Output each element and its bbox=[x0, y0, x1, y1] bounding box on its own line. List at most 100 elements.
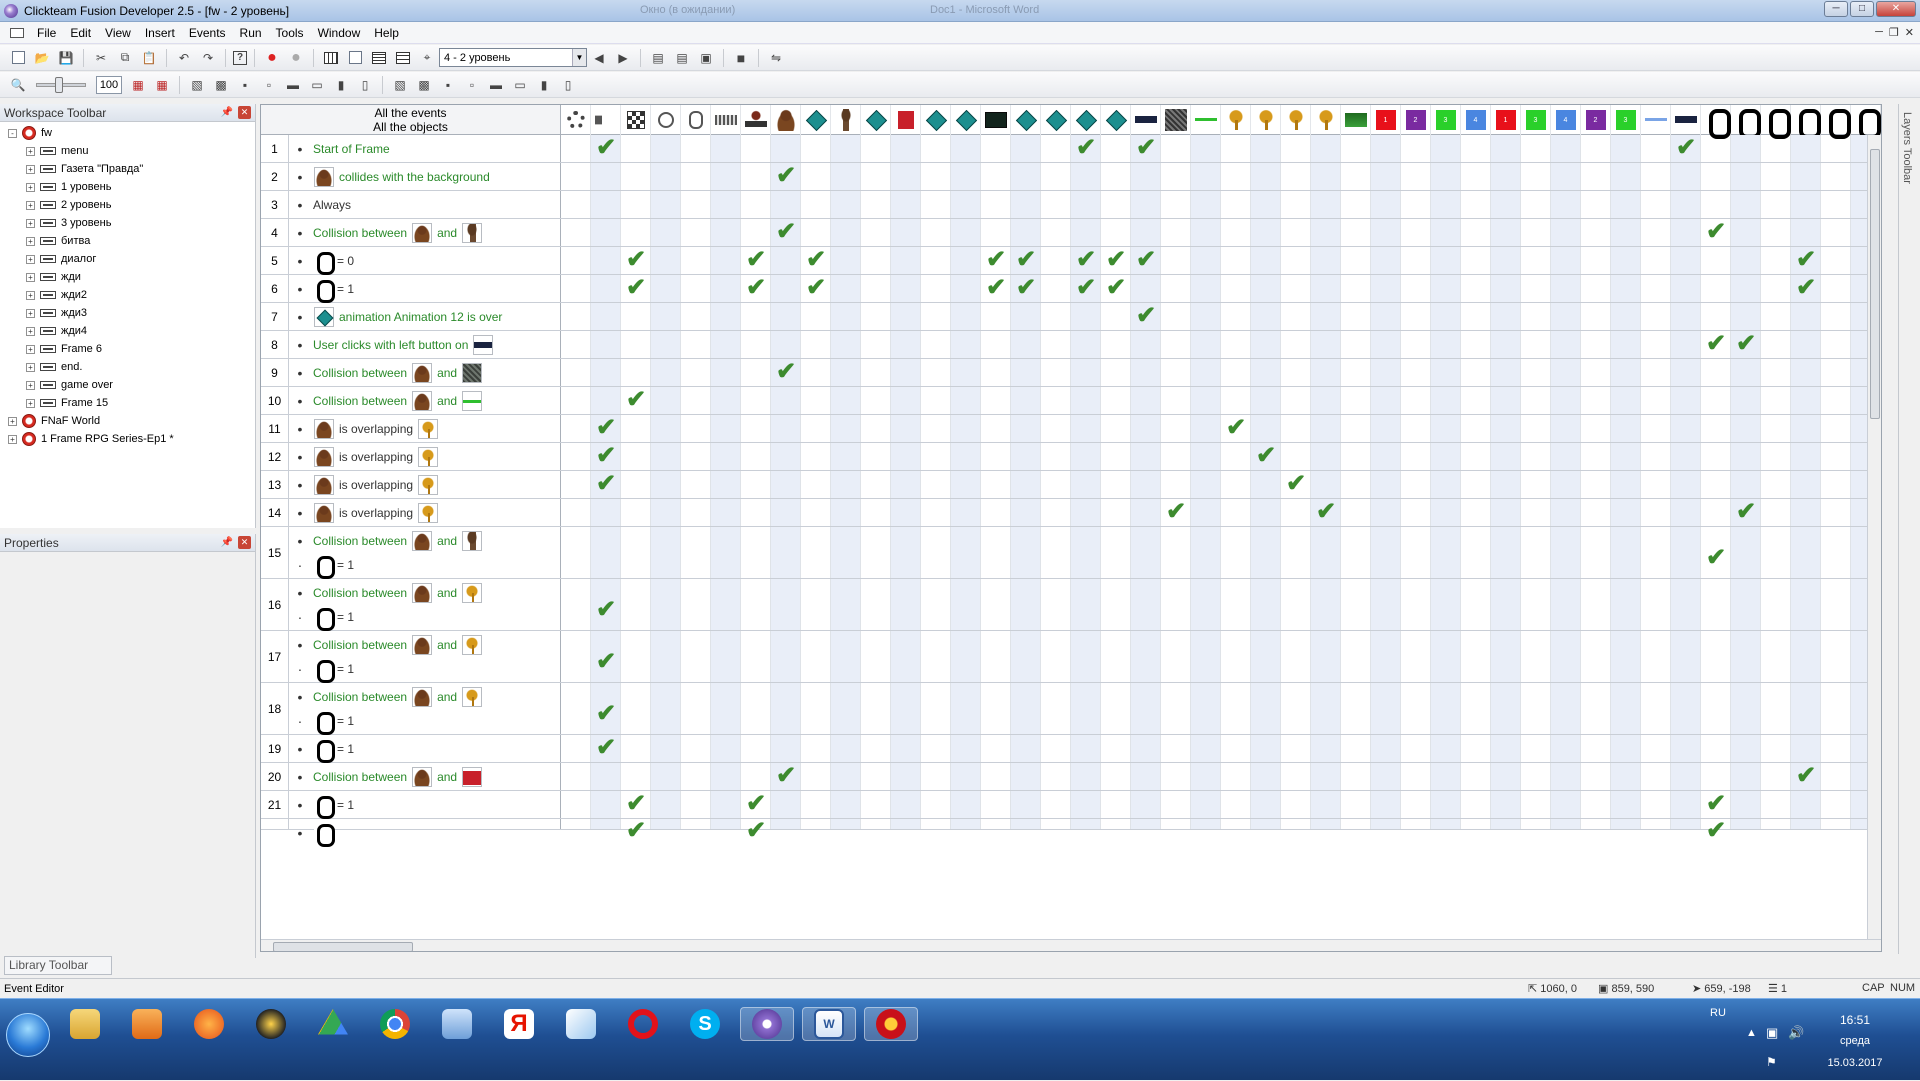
grid-cell[interactable] bbox=[891, 735, 921, 762]
grid-cell[interactable] bbox=[1701, 359, 1731, 386]
object-column-header[interactable]: 4 bbox=[1461, 105, 1491, 135]
bar-object-icon[interactable] bbox=[473, 335, 494, 355]
grid-cell[interactable] bbox=[1011, 163, 1041, 190]
event-row[interactable]: • ✔ ✔ ✔ bbox=[261, 819, 1881, 847]
grid-cell[interactable] bbox=[891, 471, 921, 498]
condition-line[interactable]: • is overlapping bbox=[289, 445, 441, 469]
event-number[interactable]: 8 bbox=[261, 331, 289, 358]
grid-cell[interactable] bbox=[1671, 791, 1701, 818]
grid-cell[interactable] bbox=[861, 579, 891, 630]
volume-icon[interactable]: 🔊 bbox=[1788, 1025, 1804, 1041]
menu-file[interactable]: File bbox=[30, 26, 63, 40]
grid-cell[interactable] bbox=[621, 415, 651, 442]
grid-cell[interactable] bbox=[1551, 387, 1581, 414]
checkmark-icon[interactable]: ✔ bbox=[776, 360, 796, 384]
grid-cell[interactable] bbox=[1611, 443, 1641, 470]
close-button[interactable]: ✕ bbox=[1876, 1, 1916, 17]
grid-cell[interactable] bbox=[1521, 443, 1551, 470]
cut-icon[interactable]: ✂ bbox=[91, 48, 111, 68]
grid-cell[interactable] bbox=[1191, 275, 1221, 302]
grid-cell[interactable] bbox=[1431, 359, 1461, 386]
grid-cell[interactable] bbox=[1821, 819, 1851, 829]
menu-events[interactable]: Events bbox=[182, 26, 233, 40]
grid-cell[interactable] bbox=[831, 331, 861, 358]
grid-cell[interactable] bbox=[1401, 247, 1431, 274]
grid-cell[interactable] bbox=[1431, 163, 1461, 190]
grid-cell[interactable] bbox=[1731, 443, 1761, 470]
grid-cell[interactable] bbox=[1011, 791, 1041, 818]
grid-cell[interactable] bbox=[1611, 631, 1641, 682]
grid-cell[interactable] bbox=[921, 443, 951, 470]
grid-cell[interactable] bbox=[1641, 219, 1671, 246]
grid-cell[interactable] bbox=[1251, 527, 1281, 578]
taskbar-chrome[interactable] bbox=[368, 1007, 422, 1041]
menu-help[interactable]: Help bbox=[367, 26, 406, 40]
grid-cell[interactable] bbox=[561, 135, 591, 162]
grid-cell[interactable] bbox=[1491, 471, 1521, 498]
grid-cell[interactable] bbox=[1251, 303, 1281, 330]
grid-cell[interactable] bbox=[1491, 191, 1521, 218]
grid-cell[interactable] bbox=[681, 135, 711, 162]
tool-object-icon[interactable] bbox=[418, 447, 439, 467]
event-tool-4-icon[interactable]: ▫ bbox=[259, 75, 279, 95]
grid-cell[interactable] bbox=[1551, 219, 1581, 246]
object-column-header[interactable] bbox=[1191, 105, 1221, 135]
grid-cell[interactable] bbox=[981, 579, 1011, 630]
grid-cell[interactable] bbox=[801, 443, 831, 470]
grid-cell[interactable] bbox=[681, 247, 711, 274]
grid-cell[interactable] bbox=[771, 135, 801, 162]
grid-cell[interactable] bbox=[1671, 415, 1701, 442]
grid-cell[interactable] bbox=[861, 819, 891, 829]
grid-cell[interactable] bbox=[711, 219, 741, 246]
grid-cell[interactable] bbox=[711, 331, 741, 358]
grid-cell[interactable] bbox=[1761, 331, 1791, 358]
event-row[interactable]: 17 • Collision between and · = 1 ✔ bbox=[261, 631, 1881, 683]
grid-cell[interactable] bbox=[621, 527, 651, 578]
grid-cell[interactable] bbox=[861, 219, 891, 246]
grid-cell[interactable] bbox=[771, 387, 801, 414]
grid-cell[interactable] bbox=[681, 471, 711, 498]
event-number[interactable]: 10 bbox=[261, 387, 289, 414]
condition-line[interactable]: • = 0 bbox=[289, 249, 356, 275]
checkmark-icon[interactable]: ✔ bbox=[1226, 416, 1246, 440]
help-icon[interactable]: ? bbox=[233, 50, 247, 65]
clock-date[interactable]: 15.03.2017 bbox=[1810, 1057, 1900, 1069]
condition-line[interactable]: • is overlapping bbox=[289, 501, 441, 525]
grid-cell[interactable] bbox=[1761, 735, 1791, 762]
grid-cell[interactable] bbox=[1461, 579, 1491, 630]
grid-cell[interactable] bbox=[1701, 415, 1731, 442]
grid-cell[interactable] bbox=[1761, 275, 1791, 302]
new-icon[interactable] bbox=[8, 48, 28, 68]
grid-cell[interactable] bbox=[1371, 303, 1401, 330]
grid-cell[interactable] bbox=[1341, 331, 1371, 358]
grid-cell[interactable] bbox=[1251, 191, 1281, 218]
grid-cell[interactable] bbox=[1821, 275, 1851, 302]
event-conditions[interactable]: • Collision between and · = 1 bbox=[289, 631, 561, 683]
grid-cell[interactable] bbox=[1071, 579, 1101, 630]
checkmark-icon[interactable]: ✔ bbox=[746, 792, 766, 816]
document-icon[interactable] bbox=[10, 27, 24, 38]
grid-cell[interactable]: ✔ bbox=[1131, 247, 1161, 274]
object-column-header[interactable]: 1 bbox=[1371, 105, 1401, 135]
tool-object-icon[interactable] bbox=[418, 475, 439, 495]
grid-cell[interactable]: ✔ bbox=[591, 443, 621, 470]
event-conditions[interactable]: • Collision between and bbox=[289, 359, 561, 386]
grid-cell[interactable] bbox=[951, 387, 981, 414]
grid-cell[interactable] bbox=[1791, 791, 1821, 818]
grid-cell[interactable] bbox=[831, 247, 861, 274]
event-number[interactable]: 7 bbox=[261, 303, 289, 330]
expand-icon[interactable]: + bbox=[8, 434, 17, 444]
grid-cell[interactable] bbox=[1101, 219, 1131, 246]
grid-cell[interactable] bbox=[1641, 471, 1671, 498]
grid-cell[interactable] bbox=[681, 359, 711, 386]
event-tool-14-icon[interactable]: ▭ bbox=[510, 75, 530, 95]
grid-cell[interactable] bbox=[951, 331, 981, 358]
grid-cell[interactable] bbox=[1161, 331, 1191, 358]
pin-icon[interactable]: 📌 bbox=[221, 107, 233, 118]
grid-cell[interactable] bbox=[1611, 527, 1641, 578]
grid-cell[interactable] bbox=[1311, 819, 1341, 829]
grid-cell[interactable] bbox=[1161, 631, 1191, 682]
bear-object-icon[interactable] bbox=[314, 419, 334, 439]
event-conditions[interactable]: • is overlapping bbox=[289, 471, 561, 498]
horizontal-scrollbar[interactable] bbox=[261, 939, 1881, 951]
